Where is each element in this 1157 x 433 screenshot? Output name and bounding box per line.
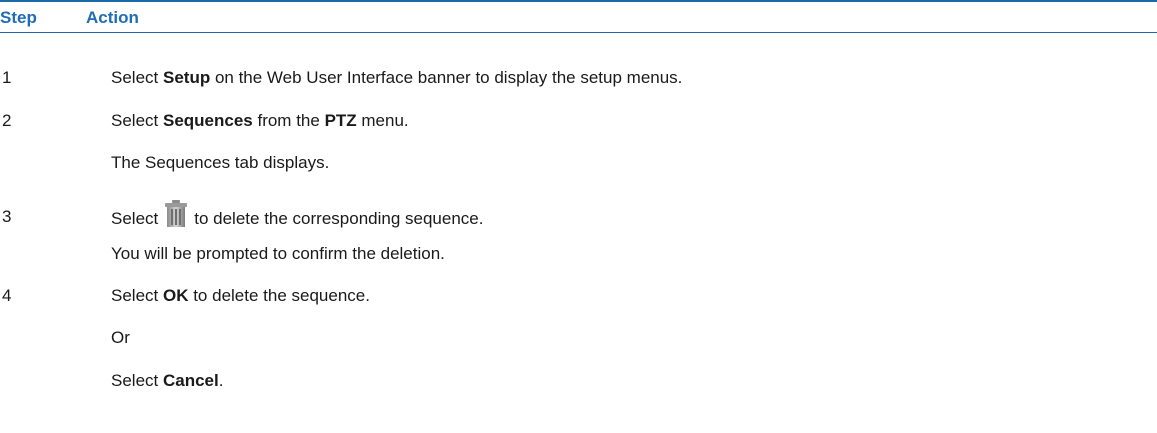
- step-4-line-3: Select Cancel.: [111, 371, 223, 391]
- step-3-line-2: You will be prompted to confirm the dele…: [111, 244, 445, 263]
- text-segment: Select: [111, 286, 163, 305]
- step-number: 4: [2, 286, 12, 305]
- text-segment: menu.: [356, 111, 409, 130]
- step-4-line-2: Or: [111, 328, 130, 347]
- ui-term: Sequences: [162, 111, 253, 130]
- text-segment: to delete the corresponding sequence.: [194, 209, 484, 228]
- text-segment: Select: [111, 371, 163, 390]
- ui-term: Cancel: [162, 371, 219, 390]
- step-number: 3: [2, 207, 12, 226]
- text-segment: on the Web User Interface banner to disp…: [210, 68, 683, 87]
- procedure-table: Step Action: [0, 0, 1157, 33]
- step-number: 1: [2, 68, 12, 87]
- text-segment: Select: [111, 209, 159, 228]
- ui-term: Setup: [162, 68, 211, 87]
- text-segment: Select: [111, 68, 163, 87]
- step-3-line-1: Select to delete the corresponding seque…: [111, 200, 483, 229]
- step-1-line-1: Select Setup on the Web User Interface b…: [111, 68, 682, 88]
- step-2-line-2: The Sequences tab displays.: [111, 153, 330, 172]
- step-4-line-1: Select OK to delete the sequence.: [111, 286, 370, 306]
- text-segment: to delete the sequence.: [188, 286, 370, 305]
- ui-term: PTZ: [324, 111, 357, 130]
- column-header-action: Action: [86, 8, 139, 27]
- step-number: 2: [2, 111, 12, 130]
- text-segment: from the: [252, 111, 325, 130]
- text-segment: .: [218, 371, 224, 390]
- trash-icon: [164, 200, 188, 227]
- table-header: Step Action: [0, 2, 1157, 33]
- text-segment: Select: [111, 111, 163, 130]
- ui-term: OK: [162, 286, 189, 305]
- step-2-line-1: Select Sequences from the PTZ menu.: [111, 111, 409, 131]
- column-header-step: Step: [0, 8, 37, 27]
